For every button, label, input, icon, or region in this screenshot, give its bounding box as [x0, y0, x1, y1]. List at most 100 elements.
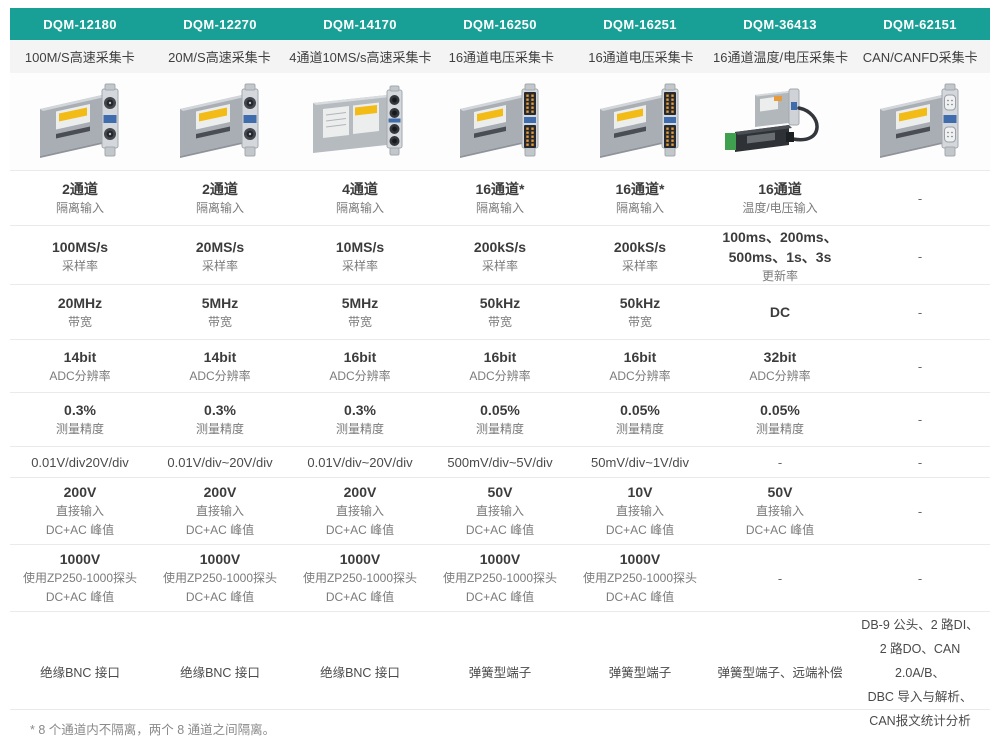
spec-row-probe-input: 1000V使用ZP250-1000探头DC+AC 峰值1000V使用ZP250-…	[10, 544, 990, 611]
spec-value: 4通道	[342, 179, 378, 199]
spec-cell-adc-resolution-dqm-14170: 16bitADC分辨率	[290, 340, 430, 392]
spec-value: 10MS/s	[336, 237, 384, 257]
spec-cell-sample-rate-dqm-62151: -	[850, 226, 990, 287]
spec-value: DC	[770, 302, 790, 322]
spec-value: 14bit	[204, 347, 237, 367]
dash-value: -	[918, 359, 922, 374]
spec-cell-connector-dqm-12180: 绝缘BNC 接口	[10, 612, 150, 734]
spec-value: 32bit	[764, 347, 797, 367]
model-header-dqm-14170: DQM-14170	[290, 8, 430, 40]
spec-value: 5MHz	[202, 293, 239, 313]
spec-value: 14bit	[64, 347, 97, 367]
spec-value: 16bit	[624, 347, 657, 367]
subtitle-dqm-36413: 16通道温度/电压采集卡	[711, 40, 851, 73]
spec-cell-channels-dqm-16251: 16通道*隔离输入	[570, 171, 710, 225]
spec-sublabel: 测量精度	[476, 420, 524, 439]
spec-text: 绝缘BNC 接口	[320, 663, 400, 684]
spec-sublabel: ADC分辨率	[189, 367, 250, 386]
spec-value: 2通道	[202, 179, 238, 199]
model-header-row: DQM-12180DQM-12270DQM-14170DQM-16250DQM-…	[10, 8, 990, 40]
spec-cell-direct-input-dqm-36413: 50V直接输入DC+AC 峰值	[710, 478, 850, 544]
spec-value: 0.3%	[204, 400, 236, 420]
spec-sublabel: DC+AC 峰值	[186, 521, 254, 540]
spec-sublabel: 采样率	[482, 257, 518, 276]
spec-cell-bandwidth-dqm-16251: 50kHz带宽	[570, 285, 710, 339]
spec-cell-connector-dqm-14170: 绝缘BNC 接口	[290, 612, 430, 734]
spec-value: 16通道	[758, 179, 802, 199]
product-image-dqm-14170	[290, 73, 430, 170]
spec-text: 弹簧型端子、远端补偿	[717, 663, 842, 684]
dash-value: -	[778, 455, 782, 470]
spec-value: 200kS/s	[614, 237, 666, 257]
spec-row-connector: 绝缘BNC 接口绝缘BNC 接口绝缘BNC 接口弹簧型端子弹簧型端子弹簧型端子、…	[10, 611, 990, 709]
spec-cell-adc-resolution-dqm-62151: -	[850, 340, 990, 392]
spec-sublabel: DC+AC 峰值	[186, 588, 254, 607]
spec-sublabel: 测量精度	[56, 420, 104, 439]
spec-sublabel: 直接输入	[476, 502, 524, 521]
spec-cell-accuracy-dqm-14170: 0.3%测量精度	[290, 393, 430, 446]
module-4bnc-icon	[307, 82, 413, 162]
spec-cell-adc-resolution-dqm-12180: 14bitADC分辨率	[10, 340, 150, 392]
spec-value: 0.05%	[620, 400, 660, 420]
spec-text: 2 路DO、CAN 2.0A/B、	[854, 637, 986, 685]
spec-cell-accuracy-dqm-36413: 0.05%测量精度	[710, 393, 850, 446]
spec-cell-adc-resolution-dqm-12270: 14bitADC分辨率	[150, 340, 290, 392]
spec-sublabel: DC+AC 峰值	[466, 521, 534, 540]
spec-sublabel: ADC分辨率	[609, 367, 670, 386]
spec-sublabel: 带宽	[348, 313, 372, 332]
spec-value: 16通道*	[475, 179, 524, 199]
spec-sublabel: DC+AC 峰值	[606, 521, 674, 540]
spec-sublabel: DC+AC 峰值	[746, 521, 814, 540]
spec-value: 20MHz	[58, 293, 102, 313]
spec-cell-bandwidth-dqm-62151: -	[850, 285, 990, 339]
spec-cell-sample-rate-dqm-14170: 10MS/s采样率	[290, 226, 430, 287]
spec-sublabel: 使用ZP250-1000探头	[303, 569, 417, 588]
spec-cell-accuracy-dqm-62151: -	[850, 393, 990, 446]
spec-row-bandwidth: 20MHz带宽5MHz带宽5MHz带宽50kHz带宽50kHz带宽DC-	[10, 284, 990, 339]
spec-cell-range-dqm-16250: 500mV/div~5V/div	[430, 447, 570, 477]
product-image-dqm-12180	[10, 73, 150, 170]
subtitle-dqm-62151: CAN/CANFD采集卡	[850, 40, 990, 73]
spec-value: 200V	[344, 482, 377, 502]
spec-sublabel: 带宽	[68, 313, 92, 332]
module-terminal-icon	[592, 82, 688, 162]
spec-cell-direct-input-dqm-16251: 10V直接输入DC+AC 峰值	[570, 478, 710, 544]
spec-value: 200V	[64, 482, 97, 502]
spec-sublabel: ADC分辨率	[749, 367, 810, 386]
subtitle-dqm-14170: 4通道10MS/s高速采集卡	[289, 40, 431, 73]
subtitle-dqm-12270: 20M/S高速采集卡	[150, 40, 290, 73]
spec-value: 500ms、1s、3s	[729, 247, 832, 267]
spec-value: 10V	[628, 482, 653, 502]
spec-cell-sample-rate-dqm-12180: 100MS/s采样率	[10, 226, 150, 287]
spec-row-adc-resolution: 14bitADC分辨率14bitADC分辨率16bitADC分辨率16bitAD…	[10, 339, 990, 392]
dash-value: -	[918, 249, 922, 264]
spec-sublabel: 直接输入	[336, 502, 384, 521]
spec-sublabel: 采样率	[62, 257, 98, 276]
spec-cell-accuracy-dqm-12270: 0.3%测量精度	[150, 393, 290, 446]
spec-cell-probe-input-dqm-62151: -	[850, 545, 990, 611]
spec-sublabel: 温度/电压输入	[742, 199, 817, 218]
spec-text: 50mV/div~1V/div	[591, 452, 689, 473]
spec-value: 0.05%	[480, 400, 520, 420]
spec-value: 1000V	[620, 549, 660, 569]
model-header-dqm-12180: DQM-12180	[10, 8, 150, 40]
spec-value: 0.3%	[64, 400, 96, 420]
spec-sublabel: 使用ZP250-1000探头	[163, 569, 277, 588]
spec-cell-connector-dqm-16250: 弹簧型端子	[430, 612, 570, 734]
spec-cell-range-dqm-12180: 0.01V/div20V/div	[10, 447, 150, 477]
spec-text: 0.01V/div~20V/div	[307, 452, 412, 473]
spec-text: 绝缘BNC 接口	[40, 663, 120, 684]
spec-cell-connector-dqm-16251: 弹簧型端子	[570, 612, 710, 734]
spec-cell-probe-input-dqm-16250: 1000V使用ZP250-1000探头DC+AC 峰值	[430, 545, 570, 611]
spec-sublabel: 使用ZP250-1000探头	[23, 569, 137, 588]
spec-cell-adc-resolution-dqm-36413: 32bitADC分辨率	[710, 340, 850, 392]
dash-value: -	[918, 191, 922, 206]
spec-cell-channels-dqm-12270: 2通道隔离输入	[150, 171, 290, 225]
subtitle-dqm-12180: 100M/S高速采集卡	[10, 40, 150, 73]
spec-sublabel: DC+AC 峰值	[606, 588, 674, 607]
spec-sublabel: DC+AC 峰值	[46, 521, 114, 540]
spec-value: 50V	[768, 482, 793, 502]
spec-text: DB-9 公头、2 路DI、	[861, 613, 978, 637]
module-cable-icon	[717, 82, 843, 162]
spec-text: DBC 导入与解析、	[868, 685, 973, 709]
